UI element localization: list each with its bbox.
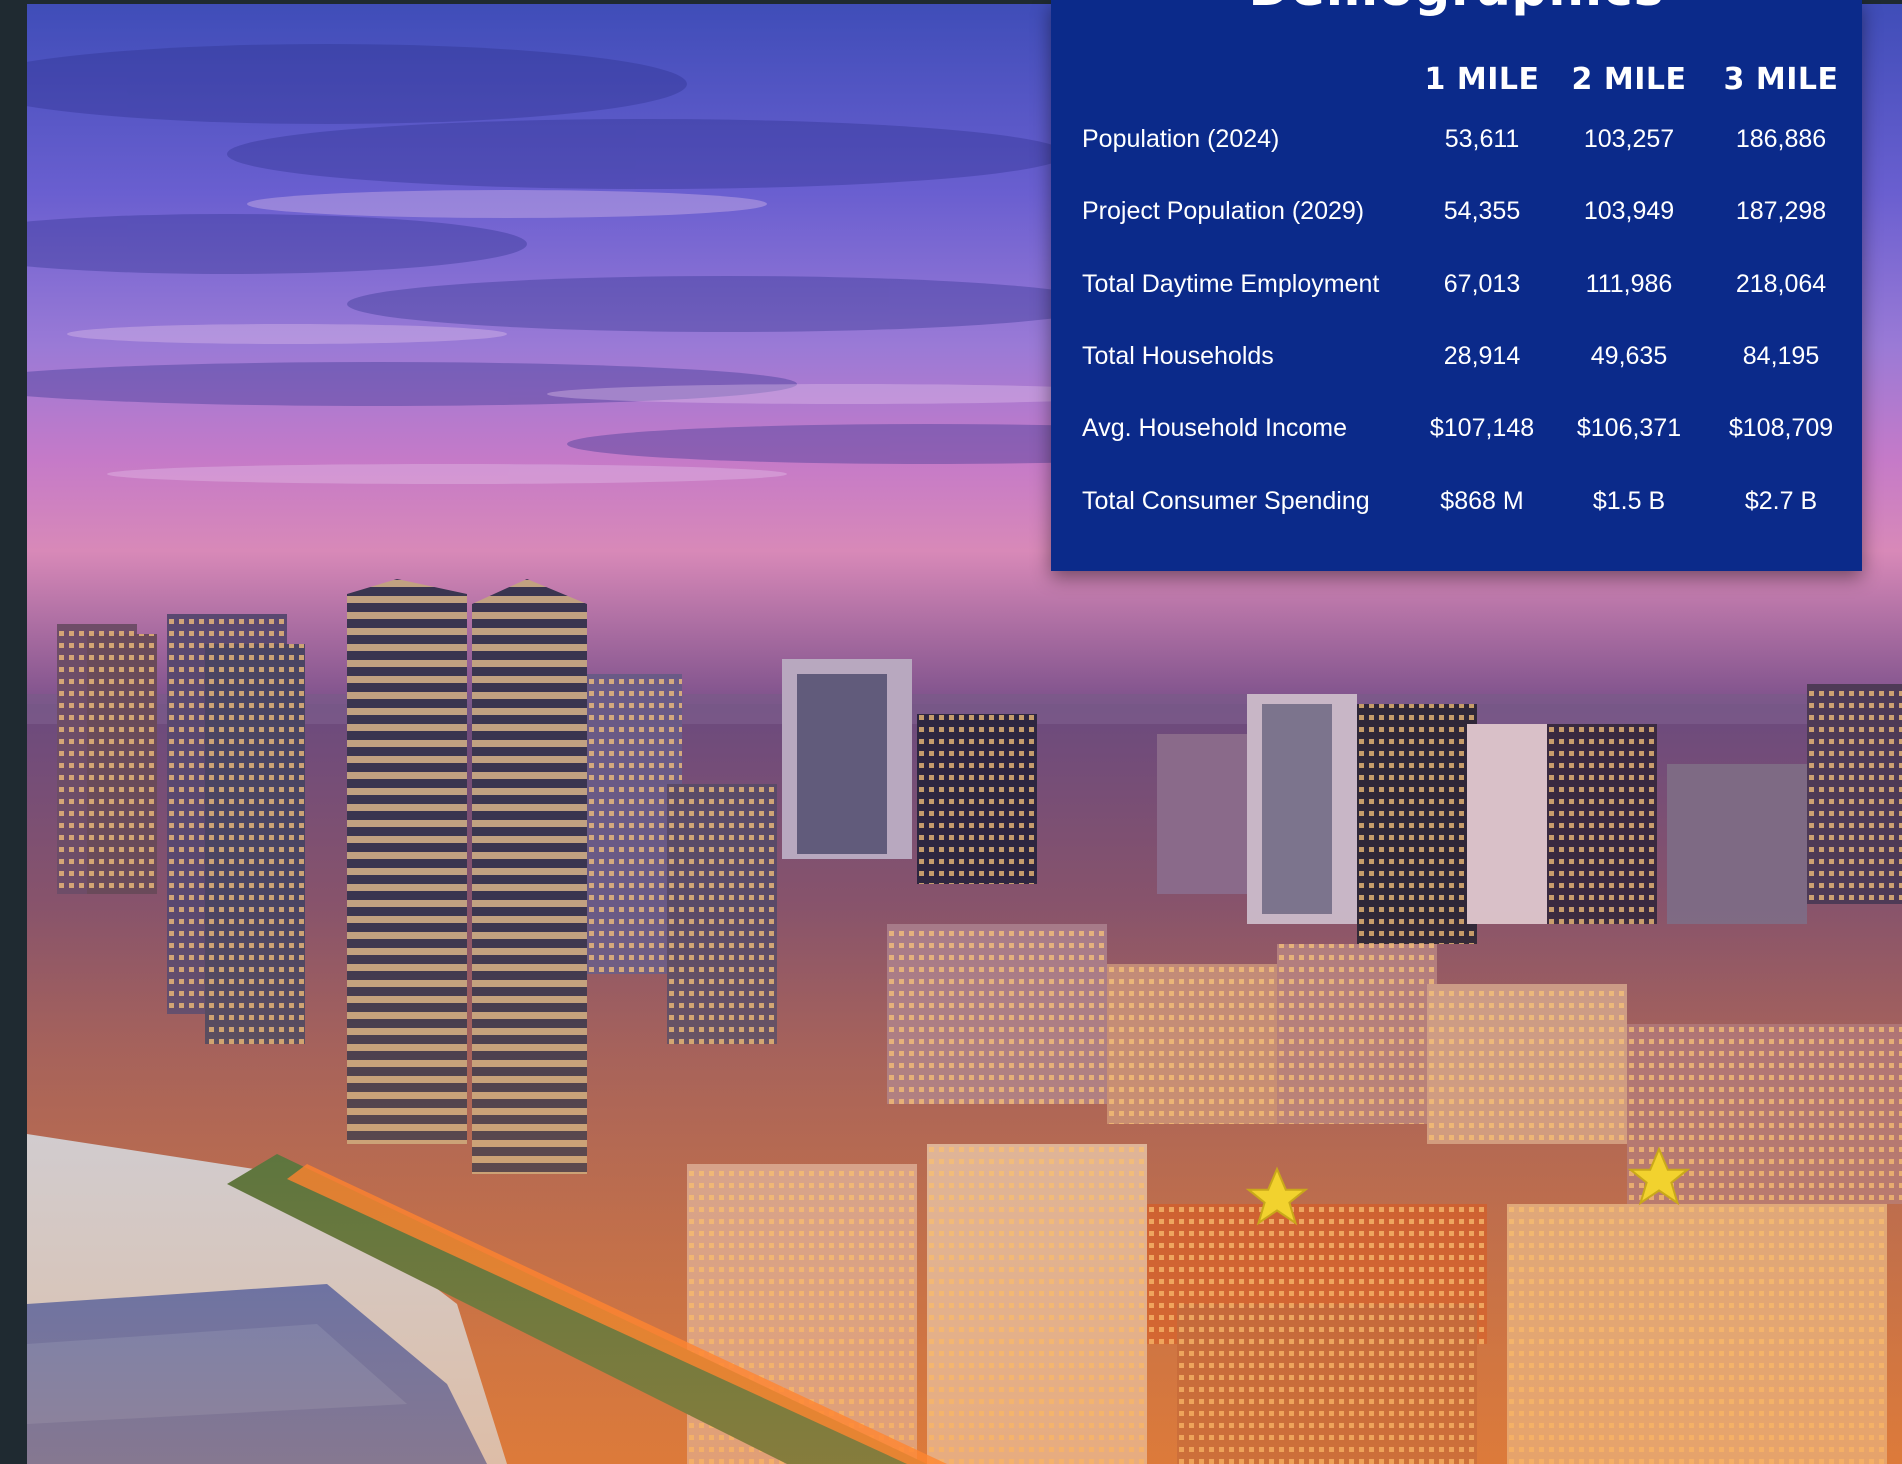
cell-value: 84,195 [1742, 342, 1820, 370]
cell-value: $106,371 [1576, 414, 1682, 442]
cell-value: 218,064 [1735, 270, 1827, 298]
cell-value: 54,355 [1443, 197, 1521, 225]
cell-value: 28,914 [1443, 342, 1521, 370]
row-label: Avg. Household Income [1082, 414, 1347, 442]
table-row: Total Consumer Spending $868 M $1.5 B $2… [1051, 487, 1862, 527]
cell-value: 111,986 [1585, 270, 1673, 298]
table-row: Project Population (2029) 54,355 103,949… [1051, 197, 1862, 237]
cell-value: $868 M [1440, 487, 1524, 515]
row-label: Total Households [1082, 342, 1274, 370]
table-header: 1 MILE 2 MILE 3 MILE [1051, 62, 1862, 102]
table-row: Avg. Household Income $107,148 $106,371 … [1051, 414, 1862, 454]
cell-value: $107,148 [1429, 414, 1535, 442]
row-label: Population (2024) [1082, 125, 1280, 153]
row-label: Total Consumer Spending [1082, 487, 1370, 515]
cell-value: 103,257 [1583, 125, 1675, 153]
column-header-1-mile: 1 MILE [1424, 62, 1540, 97]
column-header-3-mile: 3 MILE [1723, 62, 1839, 97]
cell-value: $1.5 B [1592, 487, 1666, 515]
row-label: Project Population (2029) [1082, 197, 1365, 225]
table-row: Total Households 28,914 49,635 84,195 [1051, 342, 1862, 382]
cell-value: 67,013 [1443, 270, 1521, 298]
demographics-panel: Demographics 1 MILE 2 MILE 3 MILE Popula… [1051, 0, 1862, 571]
table-row: Total Daytime Employment 67,013 111,986 … [1051, 270, 1862, 310]
cell-value: $108,709 [1728, 414, 1834, 442]
cell-value: 53,611 [1444, 125, 1520, 153]
cell-value: $2.7 B [1744, 487, 1818, 515]
cell-value: 49,635 [1590, 342, 1668, 370]
demographics-title: Demographics [1051, 0, 1862, 18]
row-label: Total Daytime Employment [1082, 270, 1380, 298]
cell-value: 103,949 [1583, 197, 1675, 225]
cell-value: 186,886 [1735, 125, 1827, 153]
column-header-2-mile: 2 MILE [1571, 62, 1687, 97]
cell-value: 187,298 [1735, 197, 1827, 225]
table-row: Population (2024) 53,611 103,257 186,886 [1051, 125, 1862, 165]
